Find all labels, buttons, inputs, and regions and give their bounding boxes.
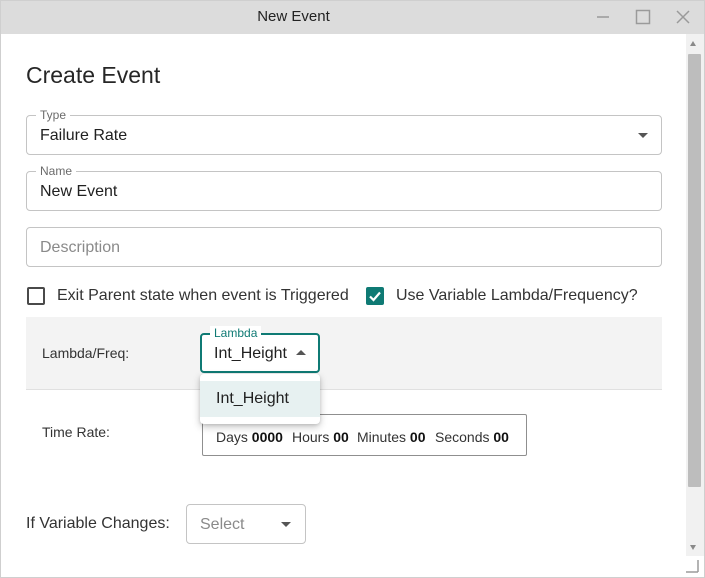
minutes-value: 00 <box>409 429 426 445</box>
menu-item-int-height[interactable]: Int_Height <box>200 381 320 417</box>
menu-item-label: Int_Height <box>216 390 289 407</box>
if-variable-changes-select[interactable]: Select <box>186 504 306 544</box>
minutes-segment[interactable]: Minutes 00 <box>357 429 426 445</box>
resize-grip-icon[interactable] <box>684 558 700 574</box>
title-bar[interactable]: New Event <box>1 1 704 34</box>
minimize-button[interactable] <box>590 5 616 29</box>
days-segment[interactable]: Days 0000 <box>216 429 283 445</box>
seconds-segment[interactable]: Seconds 00 <box>435 429 509 445</box>
minutes-label: Minutes <box>357 429 407 445</box>
minimize-icon <box>597 16 609 18</box>
maximize-icon <box>635 9 651 25</box>
scrollbar-thumb[interactable] <box>688 54 701 487</box>
select-placeholder: Select <box>200 516 245 533</box>
name-value: New Event <box>40 183 118 200</box>
type-label: Type <box>36 108 71 122</box>
type-value: Failure Rate <box>40 127 128 144</box>
maximize-button[interactable] <box>630 5 656 29</box>
lambda-freq-label: Lambda/Freq: <box>42 345 130 361</box>
window-title: New Event <box>257 8 330 25</box>
exit-parent-checkbox[interactable] <box>27 287 45 305</box>
exit-parent-label: Exit Parent state when event is Triggere… <box>57 287 349 304</box>
lambda-select-label: Lambda <box>210 326 262 340</box>
if-variable-changes-label: If Variable Changes: <box>26 515 170 532</box>
chevron-down-icon <box>638 133 648 138</box>
use-variable-checkbox[interactable] <box>366 287 384 305</box>
dialog-window: New Event Create Event Type Failure Rate… <box>0 0 705 578</box>
time-rate-label: Time Rate: <box>42 424 110 440</box>
hours-value: 00 <box>333 429 349 445</box>
hours-segment[interactable]: Hours 00 <box>292 429 349 445</box>
lambda-select-value: Int_Height <box>214 345 287 362</box>
use-variable-label: Use Variable Lambda/Frequency? <box>396 287 638 304</box>
scroll-up-arrow-icon[interactable] <box>690 41 696 46</box>
close-icon <box>676 10 690 24</box>
close-button[interactable] <box>670 5 696 29</box>
description-field[interactable]: Description <box>26 227 662 267</box>
scroll-down-arrow-icon[interactable] <box>690 545 696 550</box>
description-placeholder: Description <box>40 239 121 256</box>
chevron-up-icon <box>296 350 306 355</box>
lambda-select[interactable]: Lambda Int_Height <box>200 326 320 373</box>
days-value: 0000 <box>251 429 283 445</box>
name-label: Name <box>36 164 77 178</box>
row-divider <box>26 389 662 390</box>
name-field[interactable]: Name New Event <box>26 164 662 211</box>
checkmark-icon <box>369 291 381 302</box>
seconds-label: Seconds <box>435 429 490 445</box>
seconds-value: 00 <box>493 429 509 445</box>
hours-label: Hours <box>292 429 330 445</box>
page-title: Create Event <box>26 62 161 88</box>
chevron-down-icon <box>281 522 291 527</box>
days-label: Days <box>216 429 248 445</box>
lambda-dropdown-menu: Int_Height <box>200 374 320 424</box>
type-select[interactable]: Type Failure Rate <box>26 108 662 155</box>
